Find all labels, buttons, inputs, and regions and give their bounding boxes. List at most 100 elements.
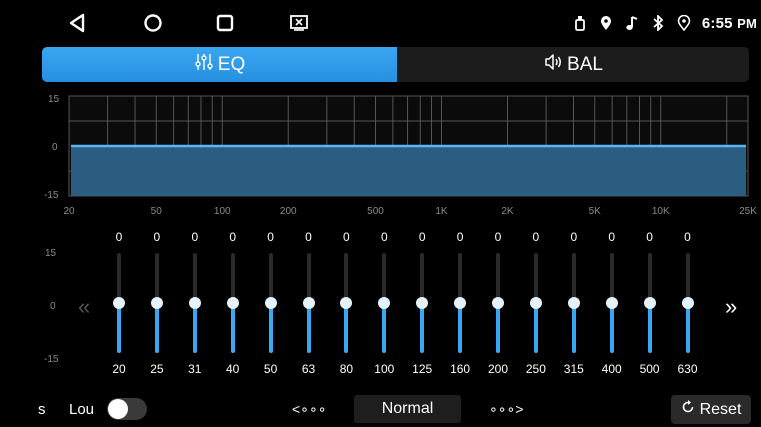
band-value: 0 [608, 230, 616, 244]
band-value: 0 [153, 230, 161, 244]
mode-tabs: EQ BAL [42, 47, 749, 82]
graph-y-label-mid: 0 [52, 142, 58, 153]
band-value: 0 [229, 230, 237, 244]
back-icon[interactable] [64, 10, 90, 36]
band-frequency: 400 [601, 362, 622, 376]
slider-knob[interactable] [416, 297, 429, 309]
home-icon[interactable] [140, 10, 166, 36]
eq-band-slider[interactable]: 0 25 [138, 225, 176, 385]
graph-x-label: 200 [280, 206, 297, 217]
slider-knob[interactable] [378, 297, 391, 309]
slider-knob[interactable] [302, 297, 315, 309]
slider-knob[interactable] [454, 297, 467, 309]
eq-band-slider[interactable]: 0 200 [479, 225, 517, 385]
slider-fill [647, 303, 652, 353]
band-frequency: 500 [639, 362, 660, 376]
graph-x-label: 100 [214, 206, 231, 217]
eq-band-slider[interactable]: 0 40 [214, 225, 252, 385]
slider-fill [496, 303, 500, 353]
eq-sliders: 15 0 -15 « » 0 20 0 25 0 31 0 40 0 50 0 63 0 80 0 100 0 1… [0, 225, 761, 385]
slider-knob[interactable] [340, 297, 353, 309]
equalizer-sliders-icon [194, 52, 214, 78]
band-value: 0 [570, 230, 578, 244]
bottom-bar: s Lou <∘∘∘ Normal ∘∘∘> Reset [0, 392, 761, 427]
toggle-thumb [108, 399, 128, 419]
eq-band-slider[interactable]: 0 100 [365, 225, 403, 385]
band-frequency: 50 [263, 362, 278, 376]
eq-band-slider[interactable]: 0 50 [252, 225, 290, 385]
recents-icon[interactable] [212, 10, 238, 36]
graph-x-label: 25K [739, 206, 757, 217]
eq-band-slider[interactable]: 0 31 [176, 225, 214, 385]
band-frequency: 630 [677, 362, 698, 376]
slider-fill [458, 303, 463, 353]
tab-eq-label: EQ [217, 53, 246, 75]
tab-eq[interactable]: EQ [42, 47, 397, 82]
eq-band-slider[interactable]: 0 630 [669, 225, 707, 385]
slider-knob[interactable] [188, 297, 201, 309]
eq-curve-fill [71, 146, 746, 196]
eq-band-slider[interactable]: 0 125 [403, 225, 441, 385]
tab-bal[interactable]: BAL [397, 47, 749, 82]
prev-preset-button[interactable]: <∘∘∘ [292, 398, 326, 420]
band-value: 0 [646, 230, 653, 244]
loudness-toggle[interactable] [107, 398, 147, 420]
band-value: 0 [115, 230, 123, 244]
graph-x-label: 50 [151, 206, 163, 217]
slider-knob[interactable] [150, 297, 163, 309]
slider-knob[interactable] [113, 297, 125, 309]
slider-knob[interactable] [492, 297, 504, 309]
slider-fill [268, 303, 273, 353]
band-frequency: 250 [525, 362, 546, 376]
next-bands-arrow[interactable]: » [725, 294, 737, 320]
slider-fill [154, 303, 159, 353]
graph-x-label: 500 [367, 206, 384, 217]
next-preset-button[interactable]: ∘∘∘> [489, 398, 523, 420]
band-frequency: 40 [226, 362, 240, 376]
slider-fill [685, 303, 690, 353]
slider-knob[interactable] [681, 297, 694, 309]
bluetooth-icon [650, 14, 666, 32]
band-value: 0 [494, 230, 502, 244]
band-frequency: 100 [374, 362, 395, 376]
prev-bands-arrow[interactable]: « [78, 294, 90, 320]
slider-knob[interactable] [264, 297, 277, 309]
slider-fill [192, 303, 197, 353]
eq-band-slider[interactable]: 0 20 [100, 225, 138, 385]
slider-fill [230, 303, 235, 353]
usb-icon [572, 14, 588, 32]
slider-knob[interactable] [529, 297, 542, 309]
slider-fill [344, 303, 349, 353]
eq-band-slider[interactable]: 0 80 [327, 225, 365, 385]
eq-band-slider[interactable]: 0 160 [441, 225, 479, 385]
slider-knob[interactable] [605, 297, 618, 309]
screenshot-icon[interactable] [286, 10, 312, 36]
preset-selector[interactable]: Normal [354, 395, 461, 423]
eq-band-slider[interactable]: 0 63 [290, 225, 328, 385]
slider-knob[interactable] [643, 297, 656, 309]
band-frequency: 200 [487, 362, 509, 376]
loudness-label: Lou [69, 401, 95, 418]
eq-band-slider[interactable]: 0 315 [555, 225, 593, 385]
reset-label: Reset [699, 400, 742, 418]
slider-knob[interactable] [226, 297, 239, 309]
reset-button[interactable]: Reset [671, 395, 751, 424]
band-value: 0 [343, 230, 350, 244]
band-value: 0 [456, 230, 464, 244]
band-frequency: 80 [339, 362, 354, 376]
graph-y-label-bottom: -15 [44, 190, 59, 201]
eq-band-slider[interactable]: 0 400 [593, 225, 631, 385]
slider-fill [533, 303, 538, 353]
eq-band-slider[interactable]: 0 500 [631, 225, 669, 385]
band-value: 0 [532, 230, 540, 244]
band-frequency: 31 [188, 362, 202, 376]
graph-y-label-top: 15 [48, 94, 60, 105]
slider-scale-top: 15 [45, 248, 57, 259]
music-note-icon [624, 14, 640, 32]
eq-response-graph: 15 0 -15 20 50 100 200 500 1K 2K 5K 10K 25K [0, 88, 761, 218]
cut-off-label: s [38, 401, 46, 418]
eq-band-slider[interactable]: 0 250 [517, 225, 555, 385]
graph-x-label: 2K [501, 206, 514, 217]
slider-knob[interactable] [567, 297, 580, 309]
reset-icon [681, 400, 695, 419]
